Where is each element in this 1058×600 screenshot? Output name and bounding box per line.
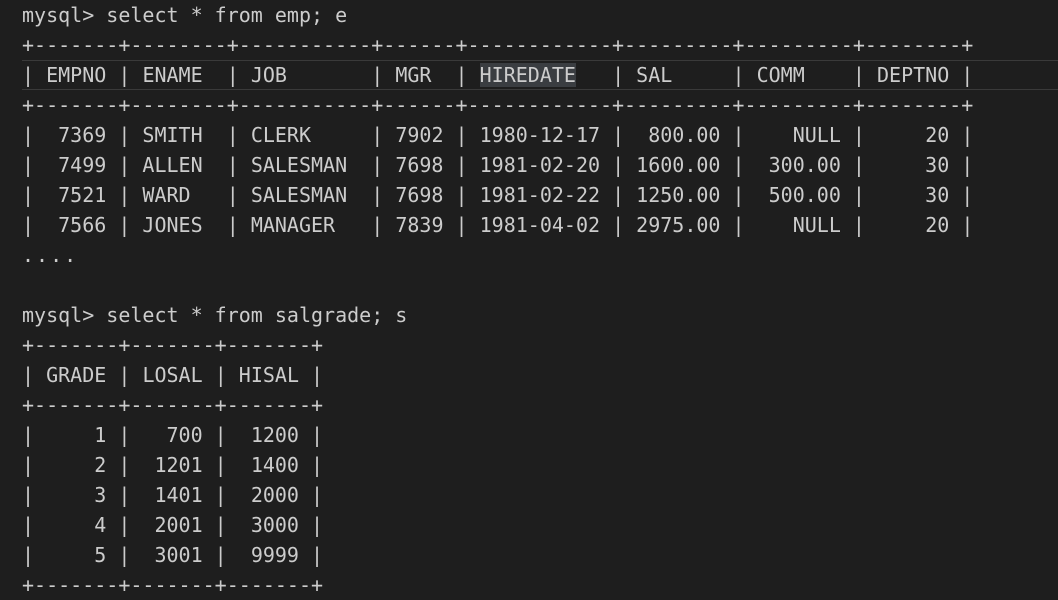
table-row: | 1 | 700 | 1200 | bbox=[22, 423, 324, 447]
cell-job: CLERK bbox=[250, 123, 312, 147]
cell-deptno: 20 bbox=[925, 213, 950, 237]
cell-empno: 7369 bbox=[58, 123, 107, 147]
cell-hiredate: 1980-12-17 bbox=[479, 123, 601, 147]
cell-ename: JONES bbox=[142, 213, 203, 237]
cell-deptno: 30 bbox=[925, 153, 950, 177]
cell-hisal: 9999 bbox=[250, 543, 299, 567]
command-line-emp: mysql> select * from emp; e bbox=[22, 0, 347, 30]
cell-comm: 500.00 bbox=[768, 183, 841, 207]
cell-losal: 1401 bbox=[154, 483, 203, 507]
cell-ename: WARD bbox=[142, 183, 191, 207]
header-mgr: MGR bbox=[395, 63, 432, 87]
cell-grade: 2 bbox=[94, 453, 107, 477]
cell-empno: 7566 bbox=[58, 213, 107, 237]
table-row: | 7521 | WARD | SALESMAN | 7698 | 1981-0… bbox=[22, 183, 974, 207]
cell-hisal: 2000 bbox=[250, 483, 299, 507]
cell-mgr: 7839 bbox=[395, 213, 444, 237]
table-row: | 5 | 3001 | 9999 | bbox=[22, 543, 324, 567]
cell-losal: 2001 bbox=[154, 513, 203, 537]
output-ellipsis: .... bbox=[22, 243, 79, 267]
header-comm: COMM bbox=[756, 63, 805, 87]
sql-command: select * from salgrade; s bbox=[94, 303, 408, 327]
table-row: | 7566 | JONES | MANAGER | 7839 | 1981-0… bbox=[22, 213, 974, 237]
cell-comm: NULL bbox=[792, 213, 841, 237]
cell-ename: SMITH bbox=[142, 123, 203, 147]
salgrade-header-row: | GRADE | LOSAL | HISAL | bbox=[22, 363, 324, 387]
table-row: | 7499 | ALLEN | SALESMAN | 7698 | 1981-… bbox=[22, 153, 974, 177]
cell-mgr: 7902 bbox=[395, 123, 444, 147]
header-grade: GRADE bbox=[46, 363, 107, 387]
table-border-top: +-------+-------+-------+ bbox=[22, 333, 324, 357]
cell-job: MANAGER bbox=[250, 213, 336, 237]
cell-losal: 1201 bbox=[154, 453, 203, 477]
mysql-prompt: mysql> bbox=[22, 303, 95, 327]
cell-grade: 3 bbox=[94, 483, 107, 507]
cell-sal: 1600.00 bbox=[636, 153, 721, 177]
cell-hiredate: 1981-02-20 bbox=[479, 153, 601, 177]
table-row: | 7369 | SMITH | CLERK | 7902 | 1980-12-… bbox=[22, 123, 974, 147]
cell-hiredate: 1981-02-22 bbox=[479, 183, 601, 207]
cell-ename: ALLEN bbox=[142, 153, 203, 177]
table-border-mid: +-------+-------+-------+ bbox=[22, 393, 324, 417]
cell-grade: 4 bbox=[94, 513, 107, 537]
header-losal: LOSAL bbox=[142, 363, 203, 387]
table-border-mid: +-------+--------+-----------+------+---… bbox=[22, 93, 974, 117]
cell-empno: 7499 bbox=[58, 153, 107, 177]
cell-sal: 800.00 bbox=[648, 123, 721, 147]
cell-mgr: 7698 bbox=[395, 183, 444, 207]
cell-grade: 5 bbox=[94, 543, 107, 567]
cell-losal: 3001 bbox=[154, 543, 203, 567]
header-hisal: HISAL bbox=[238, 363, 299, 387]
cell-mgr: 7698 bbox=[395, 153, 444, 177]
table-row: | 4 | 2001 | 3000 | bbox=[22, 513, 324, 537]
header-hiredate: HIREDATE bbox=[479, 63, 576, 87]
cell-grade: 1 bbox=[94, 423, 107, 447]
header-empno: EMPNO bbox=[46, 63, 107, 87]
emp-header-row: | EMPNO | ENAME | JOB | MGR | HIREDATE |… bbox=[22, 63, 974, 87]
cell-hisal: 3000 bbox=[250, 513, 299, 537]
table-row: | 3 | 1401 | 2000 | bbox=[22, 483, 324, 507]
cell-job: SALESMAN bbox=[250, 153, 348, 177]
cell-comm: 300.00 bbox=[768, 153, 841, 177]
cell-losal: 700 bbox=[166, 423, 203, 447]
cell-job: SALESMAN bbox=[250, 183, 348, 207]
cell-empno: 7521 bbox=[58, 183, 107, 207]
sql-command: select * from emp; e bbox=[94, 3, 348, 27]
terminal-output[interactable]: mysql> select * from emp; e +-------+---… bbox=[22, 0, 1058, 599]
cell-sal: 1250.00 bbox=[636, 183, 721, 207]
cell-hiredate: 1981-04-02 bbox=[479, 213, 601, 237]
header-job: JOB bbox=[250, 63, 287, 87]
cell-hisal: 1200 bbox=[250, 423, 299, 447]
cell-deptno: 20 bbox=[925, 123, 950, 147]
cell-sal: 2975.00 bbox=[636, 213, 721, 237]
table-row: | 2 | 1201 | 1400 | bbox=[22, 453, 324, 477]
cell-comm: NULL bbox=[792, 123, 841, 147]
cell-deptno: 30 bbox=[925, 183, 950, 207]
header-sal: SAL bbox=[636, 63, 673, 87]
header-deptno: DEPTNO bbox=[877, 63, 950, 87]
table-border-top: +-------+--------+-----------+------+---… bbox=[22, 33, 974, 57]
command-line-salgrade: mysql> select * from salgrade; s bbox=[22, 300, 407, 330]
table-border-bottom: +-------+-------+-------+ bbox=[22, 573, 324, 597]
header-ename: ENAME bbox=[142, 63, 203, 87]
cell-hisal: 1400 bbox=[250, 453, 299, 477]
mysql-prompt: mysql> bbox=[22, 3, 95, 27]
